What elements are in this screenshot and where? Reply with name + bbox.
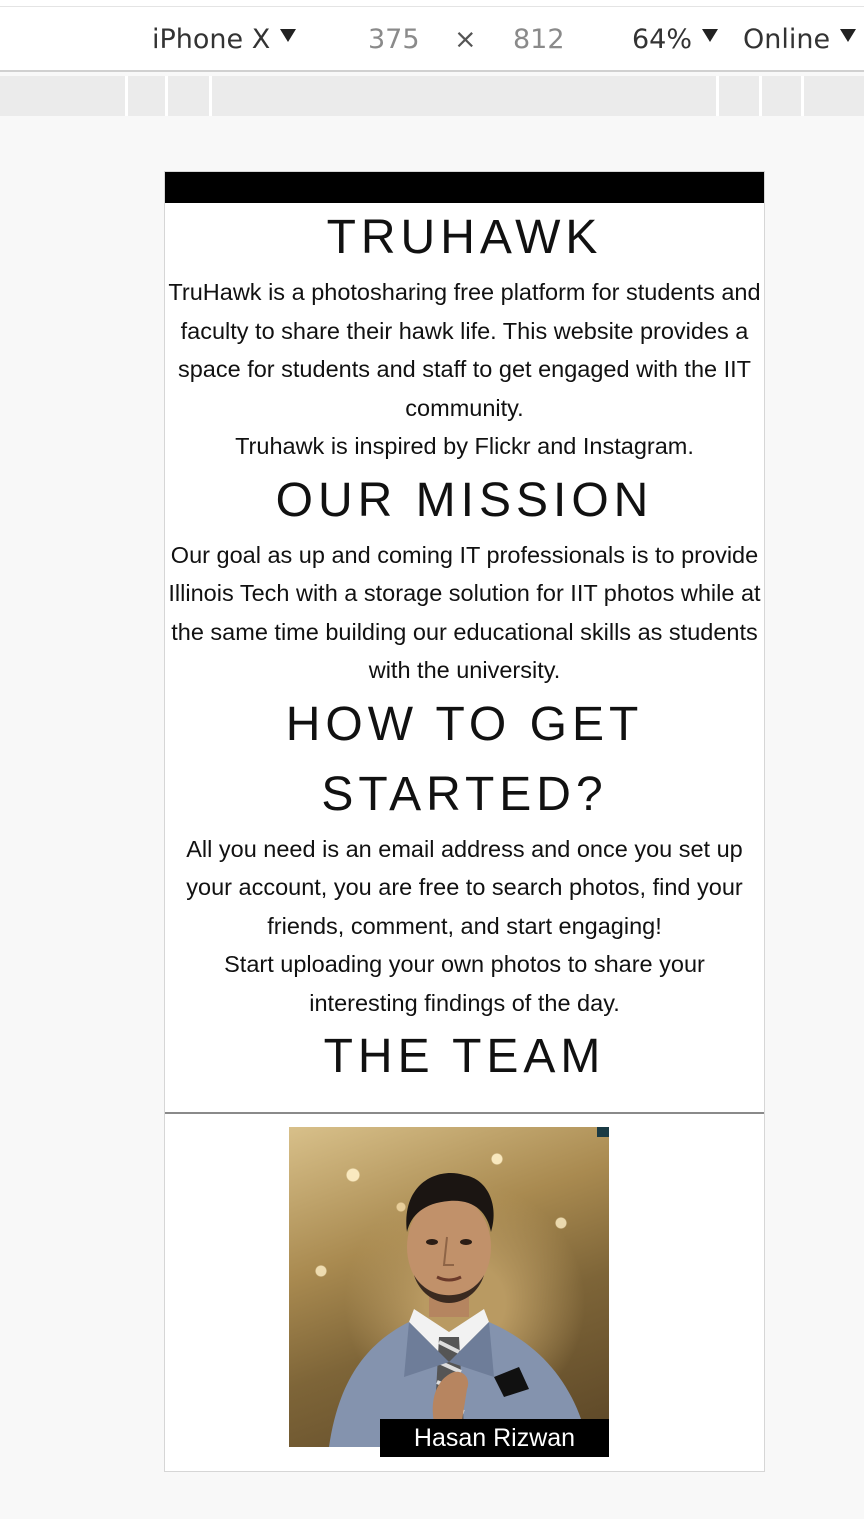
team-member-photo: [289, 1127, 609, 1447]
media-query-marker[interactable]: [716, 76, 719, 116]
about-content: TRUHAWK TruHawk is a photosharing free p…: [165, 203, 764, 1092]
section-divider: [165, 1112, 764, 1114]
team-member-card: Hasan Rizwan: [289, 1127, 609, 1457]
media-query-marker[interactable]: [759, 76, 762, 116]
mission-heading: OUR MISSION: [275, 473, 654, 527]
site-title: TRUHAWK: [326, 211, 603, 264]
header-bar: [165, 172, 764, 203]
media-query-bar[interactable]: [0, 76, 864, 116]
network-select-label: Online: [743, 24, 831, 55]
media-query-marker[interactable]: [165, 76, 168, 116]
zoom-select[interactable]: 64%: [632, 22, 719, 58]
dimension-separator: ×: [454, 24, 477, 55]
device-select[interactable]: iPhone X: [152, 22, 297, 58]
media-query-marker[interactable]: [209, 76, 212, 116]
chevron-down-icon: [280, 29, 297, 42]
media-query-marker[interactable]: [801, 76, 804, 116]
media-query-marker[interactable]: [125, 76, 128, 116]
chevron-down-icon: [702, 29, 719, 42]
mission-paragraph: Our goal as up and coming IT professiona…: [168, 541, 761, 684]
intro-paragraph: TruHawk is a photosharing free platform …: [168, 279, 761, 421]
device-toolbar: iPhone X 375 × 812 64% Online: [0, 0, 864, 72]
device-viewport: TRUHAWK TruHawk is a photosharing free p…: [164, 171, 765, 1472]
team-member-name: Hasan Rizwan: [380, 1419, 609, 1457]
portrait-figure: [329, 1172, 589, 1447]
team-heading: THE TEAM: [323, 1030, 606, 1083]
width-input[interactable]: 375: [368, 22, 420, 58]
zoom-select-label: 64%: [632, 24, 693, 55]
get-started-heading: HOW TO GET STARTED?: [285, 697, 644, 821]
intro-inspiration: Truhawk is inspired by Flickr and Instag…: [235, 433, 694, 459]
toolbar-divider: [0, 6, 864, 7]
upload-paragraph: Start uploading your own photos to share…: [224, 951, 705, 1016]
chevron-down-icon: [840, 29, 857, 42]
device-select-label: iPhone X: [152, 24, 271, 55]
height-input[interactable]: 812: [513, 22, 565, 58]
get-started-paragraph: All you need is an email address and onc…: [186, 835, 743, 939]
network-throttle-select[interactable]: Online: [743, 22, 857, 58]
